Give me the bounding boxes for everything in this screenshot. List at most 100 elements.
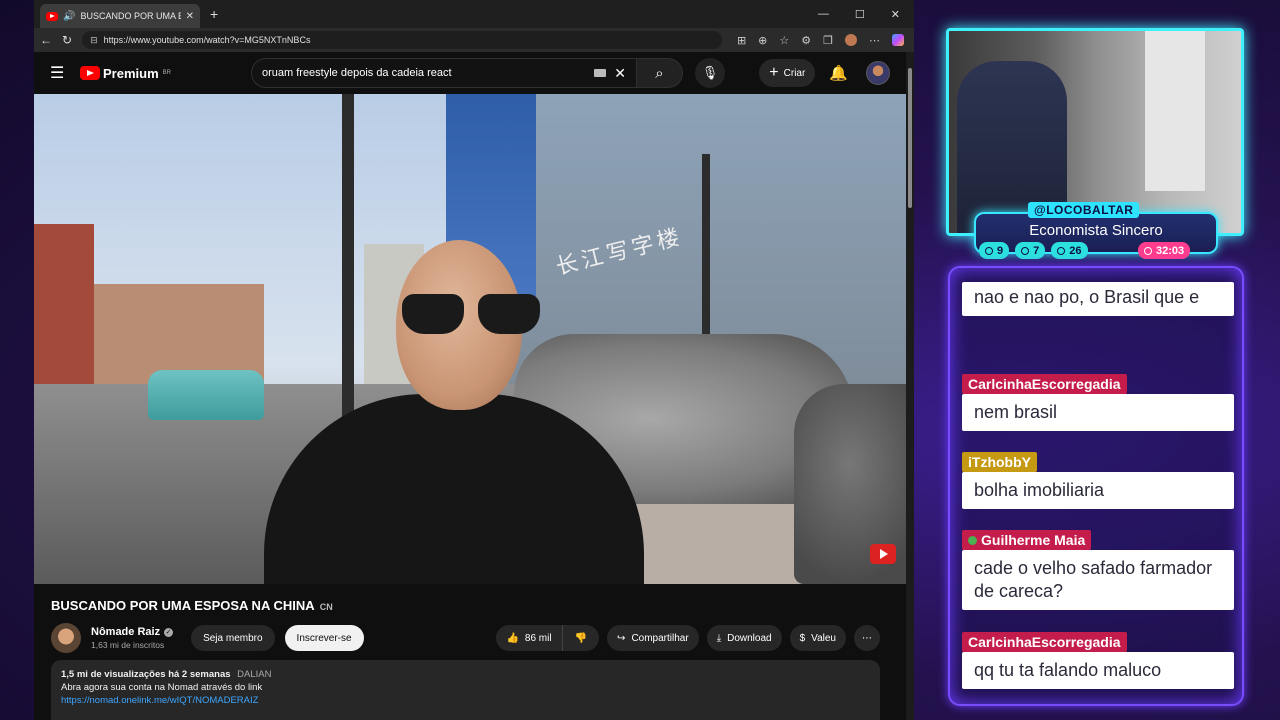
close-tab-icon[interactable]: ✕: [186, 11, 194, 22]
verified-icon: ✓: [164, 627, 174, 637]
youtube-logo[interactable]: Premium BR: [80, 66, 171, 81]
url-field[interactable]: ⊟ https://www.youtube.com/watch?v=MG5NXT…: [82, 31, 723, 49]
thumbs-down-icon: 👎: [574, 632, 588, 644]
favorite-star-icon[interactable]: ☆: [779, 34, 789, 47]
more-icon: ⋯: [862, 632, 872, 644]
speaker-icon[interactable]: 🔊: [63, 11, 75, 22]
video-player[interactable]: 长江写字楼: [34, 94, 906, 584]
chat-username: CarlcinhaEscorregadia: [962, 632, 1127, 652]
logo-region: BR: [162, 70, 171, 76]
stream-timer: 32:03: [1138, 242, 1191, 259]
thumbs-up-icon: 👍: [506, 632, 519, 644]
dislike-button[interactable]: 👎: [562, 625, 600, 651]
chat-message-text: qq tu ta falando maluco: [962, 652, 1234, 689]
thanks-button[interactable]: $ Valeu: [789, 625, 846, 651]
upload-date: há 2 semanas: [168, 669, 231, 680]
join-button[interactable]: Seja membro: [191, 625, 275, 651]
subscribe-button[interactable]: Inscrever-se: [284, 625, 364, 651]
profile-avatar-icon[interactable]: [845, 33, 857, 46]
stat-badge-1: 9: [979, 242, 1010, 259]
new-tab-icon[interactable]: +: [210, 6, 218, 22]
close-window-icon[interactable]: ✕: [891, 8, 900, 21]
back-icon[interactable]: ←: [40, 33, 52, 47]
keyboard-icon[interactable]: [594, 69, 607, 77]
channel-avatar[interactable]: [51, 623, 81, 653]
title-flag: CN: [319, 602, 333, 612]
like-count: 86 mil: [524, 632, 552, 644]
refresh-icon[interactable]: ↻: [62, 33, 72, 47]
video-actions: 👍 86 mil 👎 ↪ Compartilhar ⤓ Download $ V…: [496, 625, 880, 651]
window-controls: — ☐ ✕: [818, 8, 914, 21]
chat-message: CarlcinhaEscorregadia qq tu ta falando m…: [962, 632, 1234, 689]
browser-window: 🔊 BUSCANDO POR UMA ESPO ✕ + — ☐ ✕ ← ↻ ⊟ …: [34, 0, 914, 720]
chat-username: iTzhobbY: [962, 452, 1037, 472]
search-input[interactable]: oruam freestyle depois da cadeia react ✕: [250, 58, 637, 88]
tab-youtube[interactable]: 🔊 BUSCANDO POR UMA ESPO ✕: [40, 4, 200, 28]
menu-icon[interactable]: ☰: [50, 63, 80, 83]
create-label: Criar: [783, 67, 806, 79]
logo-text: Premium: [103, 65, 159, 81]
stat-badge-2: 7: [1015, 242, 1046, 259]
browser-tools: ⊞ ⊕ ☆ ⚙ ❐ ⋯: [737, 33, 908, 47]
streamer-handle: @LOCOBALTAR: [1028, 202, 1140, 218]
app-icon[interactable]: ⊞: [737, 34, 746, 47]
share-icon: ↪: [617, 632, 626, 644]
chat-message: Guilherme Maia cade o velho safado farma…: [962, 530, 1234, 610]
create-button[interactable]: + Criar: [759, 59, 816, 87]
extensions-icon[interactable]: ⚙: [801, 34, 811, 47]
chat-username: CarlcinhaEscorregadia: [962, 374, 1127, 394]
more-menu-icon[interactable]: ⋯: [869, 34, 880, 47]
notifications-bell-icon[interactable]: 🔔: [829, 64, 848, 82]
search-button[interactable]: ⌕: [636, 58, 683, 88]
zoom-icon[interactable]: ⊕: [758, 34, 767, 47]
description-tag[interactable]: DALIAN: [237, 669, 271, 680]
youtube-header: ☰ Premium BR oruam freestyle depois da c…: [34, 52, 906, 94]
channel-name[interactable]: Nômade Raiz ✓: [91, 626, 174, 638]
download-button[interactable]: ⤓ Download: [706, 625, 782, 651]
chat-message-text: nao e nao po, o Brasil que e: [962, 282, 1234, 316]
youtube-favicon-icon: [46, 11, 58, 21]
video-owner-row: Nômade Raiz ✓ 1,63 mi de inscritos Seja …: [51, 622, 880, 654]
chat-panel: nao e nao po, o Brasil que e CarlcinhaEs…: [948, 266, 1244, 706]
scrollbar-thumb[interactable]: [908, 68, 912, 208]
microphone-icon: 🎙: [701, 65, 719, 80]
description-line: Abra agora sua conta na Nomad através do…: [61, 682, 263, 693]
dollar-icon: $: [799, 632, 806, 644]
minimize-icon[interactable]: —: [818, 8, 829, 21]
tab-title: BUSCANDO POR UMA ESPO: [80, 11, 180, 21]
copilot-icon[interactable]: [892, 33, 904, 46]
address-bar: ← ↻ ⊟ https://www.youtube.com/watch?v=MG…: [34, 28, 914, 52]
youtube-play-icon: [80, 66, 100, 80]
chat-message-text: nem brasil: [962, 394, 1234, 431]
clear-search-icon[interactable]: ✕: [614, 65, 626, 82]
chat-message-text: bolha imobiliaria: [962, 472, 1234, 509]
voice-search-button[interactable]: 🎙: [694, 58, 725, 88]
badge-icon: [968, 535, 977, 545]
collections-icon[interactable]: ❐: [823, 34, 833, 47]
search-query: oruam freestyle depois da cadeia react: [261, 67, 452, 79]
description-link[interactable]: https://nomad.onelink.me/wIQT/NOMADERAIZ: [61, 695, 258, 706]
video-title: BUSCANDO POR UMA ESPOSA NA CHINA CN: [51, 598, 333, 613]
site-info-icon[interactable]: ⊟: [90, 35, 98, 46]
subscribe-watermark-icon[interactable]: [870, 544, 896, 564]
view-count: 1,5 mi de visualizações: [61, 669, 166, 680]
chat-message-text: cade o velho safado farmador de careca?: [962, 550, 1234, 610]
chat-message: iTzhobbY bolha imobiliaria: [962, 452, 1234, 509]
page-scrollbar[interactable]: [906, 52, 914, 720]
chat-message: nao e nao po, o Brasil que e: [962, 282, 1234, 316]
search-icon: ⌕: [655, 64, 664, 82]
more-actions-button[interactable]: ⋯: [854, 625, 880, 651]
clock-icon: [1144, 246, 1152, 255]
maximize-icon[interactable]: ☐: [855, 8, 865, 21]
video-description[interactable]: 1,5 mi de visualizações há 2 semanas DAL…: [51, 660, 880, 720]
tab-bar: 🔊 BUSCANDO POR UMA ESPO ✕ + — ☐ ✕: [34, 0, 914, 28]
user-avatar[interactable]: [866, 61, 890, 85]
gift-icon: [1021, 246, 1030, 255]
youtube-page: ☰ Premium BR oruam freestyle depois da c…: [34, 52, 906, 720]
stream-stats: 9 7 26: [979, 242, 1088, 259]
like-button[interactable]: 👍 86 mil: [496, 625, 563, 651]
chat-message: CarlcinhaEscorregadia nem brasil: [962, 374, 1234, 431]
heart-icon: [985, 246, 993, 255]
viewers-icon: [1057, 246, 1066, 255]
share-button[interactable]: ↪ Compartilhar: [607, 625, 699, 651]
